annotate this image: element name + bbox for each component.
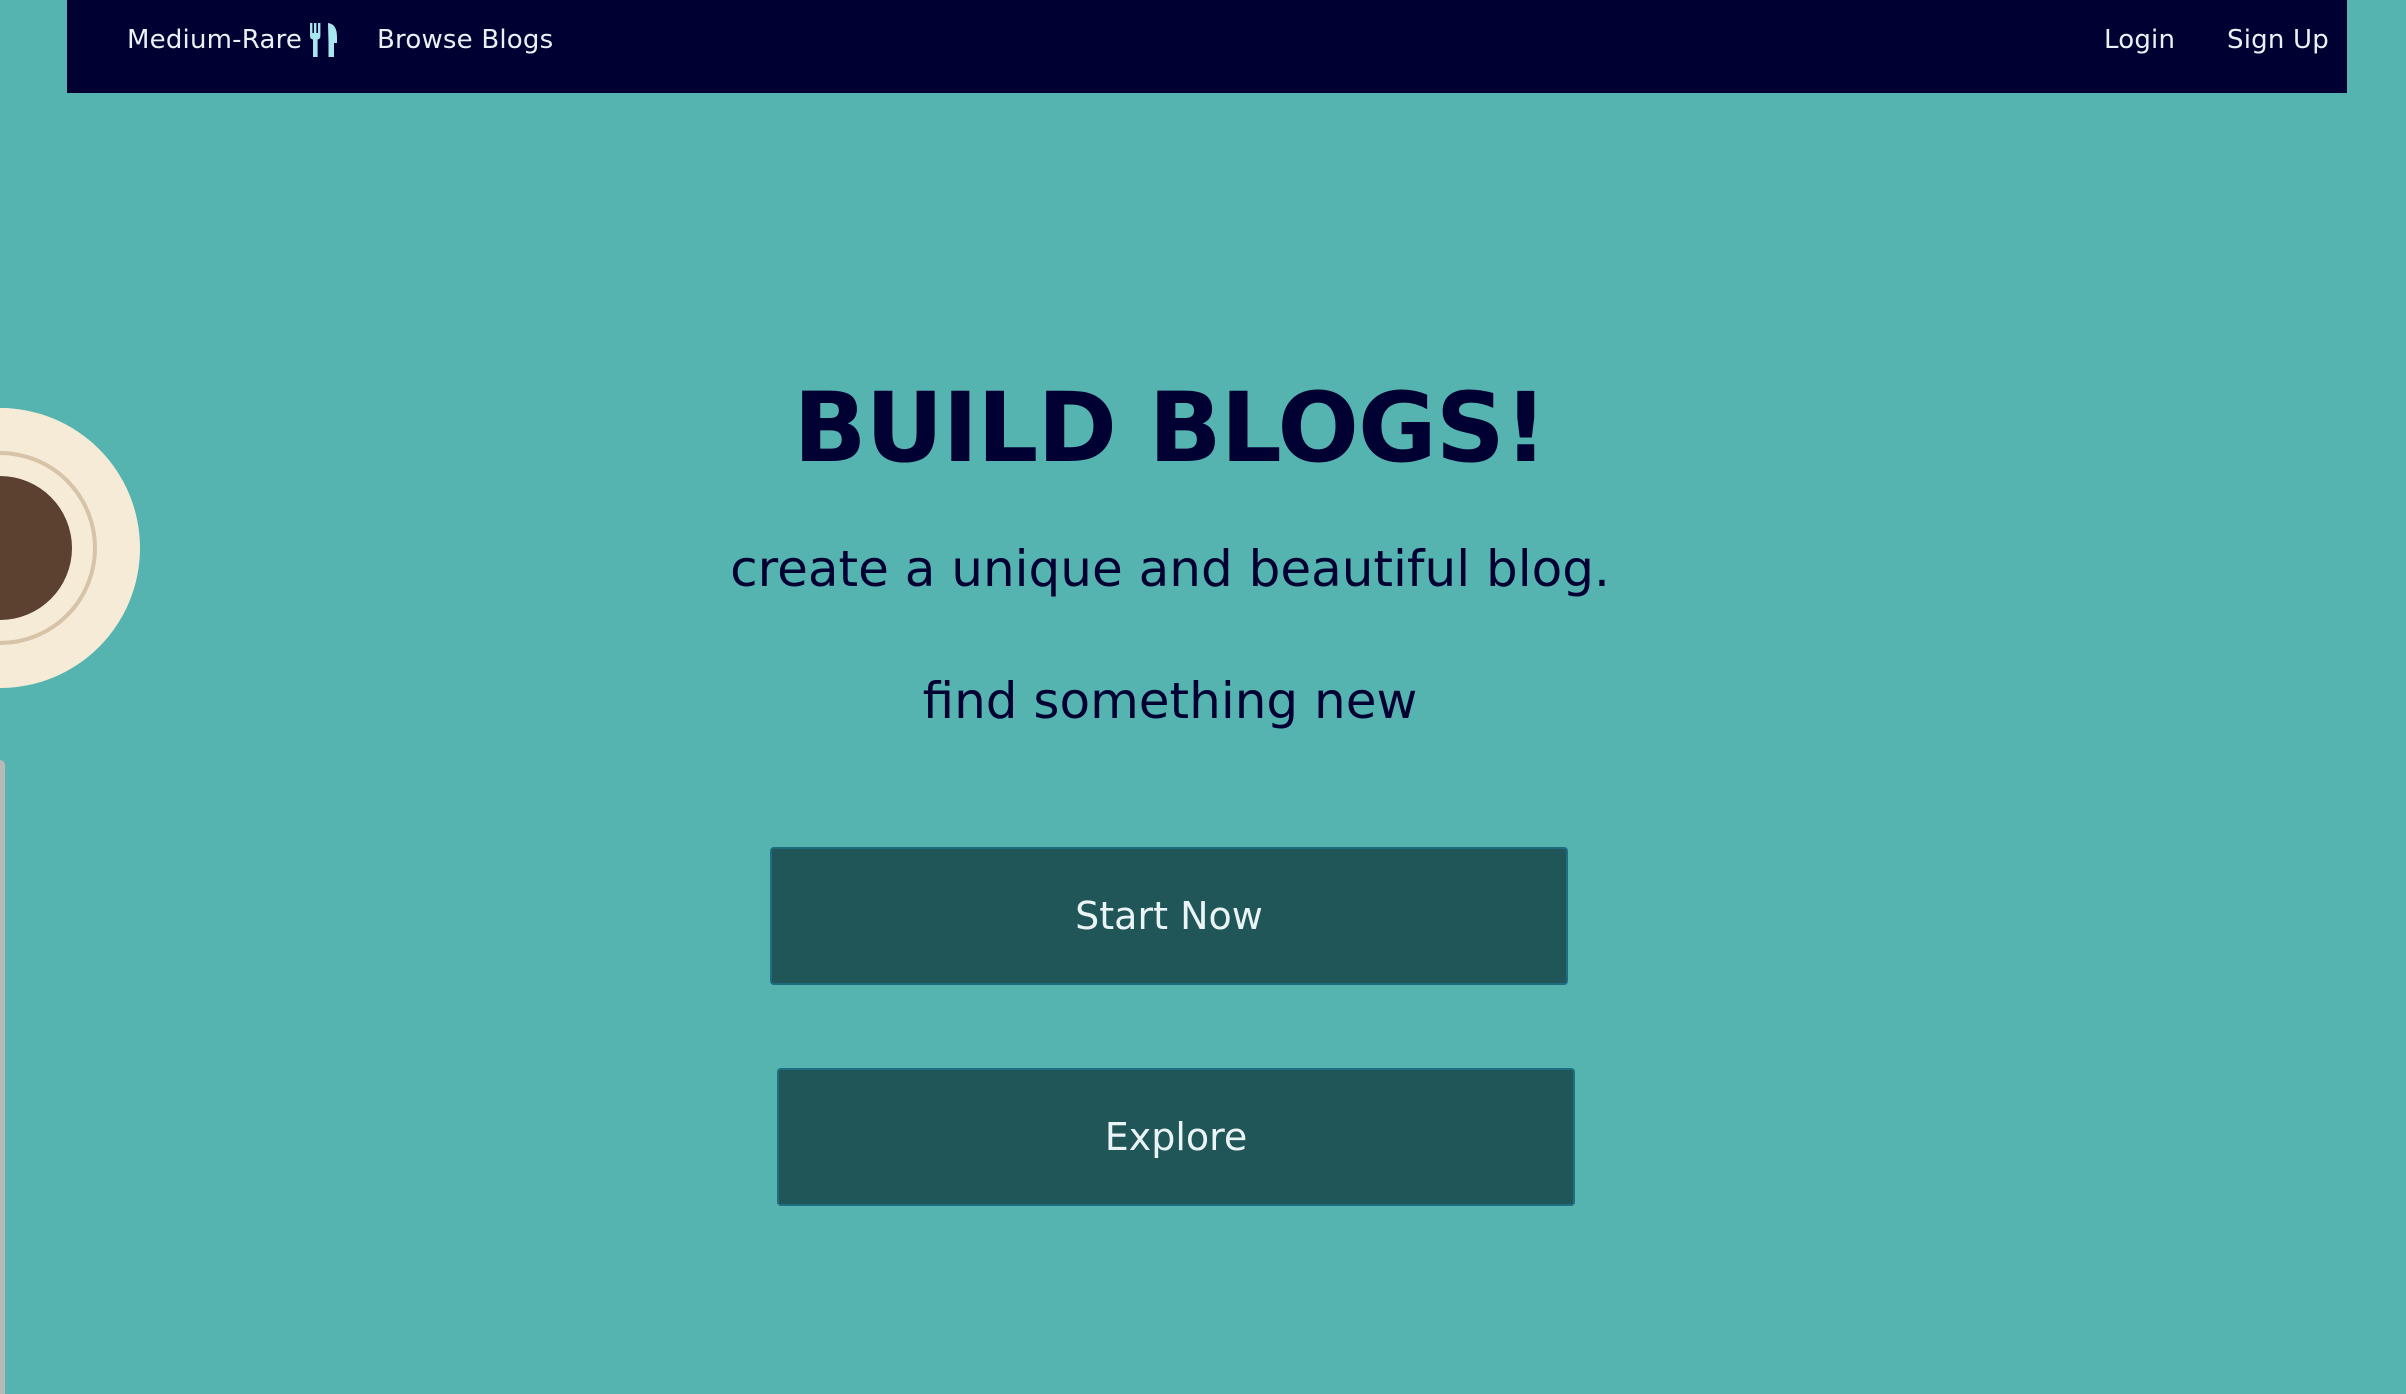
browse-blogs-link[interactable]: Browse Blogs xyxy=(377,0,553,80)
landing-page: Medium-Rare Browse Blogs Login Sign Up B… xyxy=(0,0,2406,1394)
top-navbar: Medium-Rare Browse Blogs Login Sign Up xyxy=(67,0,2347,93)
signup-link[interactable]: Sign Up xyxy=(2227,0,2329,80)
brand-link[interactable]: Medium-Rare xyxy=(127,0,340,80)
left-edge-object xyxy=(0,760,5,1394)
hero-title: BUILD BLOGS! xyxy=(793,372,1547,484)
explore-button[interactable]: Explore xyxy=(777,1068,1575,1206)
brand-name: Medium-Rare xyxy=(127,25,303,55)
hero-subtitle: create a unique and beautiful blog. xyxy=(730,540,1610,598)
utensils-icon xyxy=(310,23,338,57)
start-now-button[interactable]: Start Now xyxy=(770,847,1568,985)
login-link[interactable]: Login xyxy=(2104,0,2175,80)
hero-tagline: find something new xyxy=(922,672,1418,730)
